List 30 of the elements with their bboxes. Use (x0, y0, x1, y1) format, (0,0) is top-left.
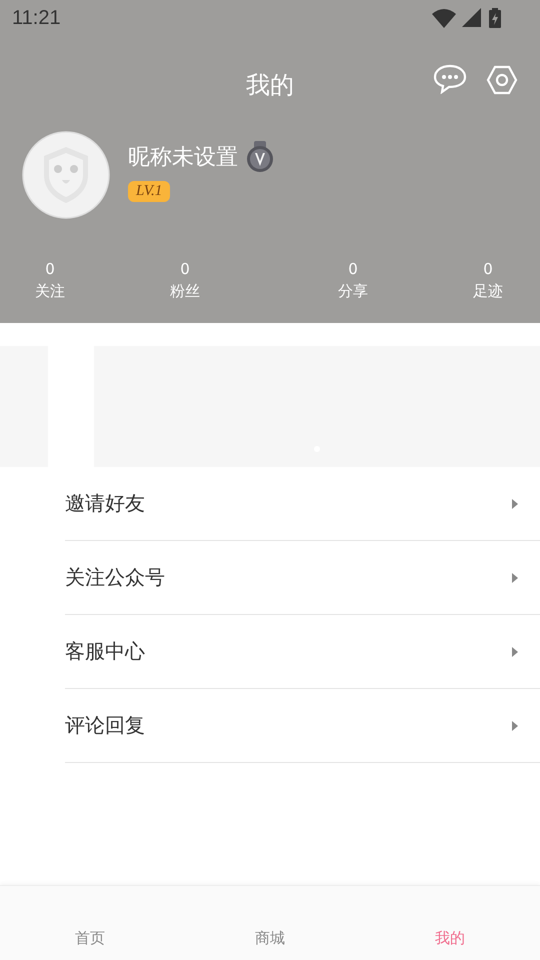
stat-label[interactable]: 足迹 (473, 280, 503, 302)
wifi-icon (432, 8, 456, 28)
stat-label[interactable]: 分享 (338, 280, 368, 302)
nickname: 昵称未设置 (128, 144, 238, 172)
nav-tab[interactable]: 商城 (180, 886, 360, 960)
nav-tab[interactable]: 首页 (0, 886, 180, 960)
signal-icon (462, 8, 482, 28)
stat-count[interactable]: 0 (45, 258, 55, 280)
avatar[interactable] (22, 131, 110, 219)
stat-count[interactable]: 0 (180, 258, 190, 280)
chevron-right-icon (512, 498, 518, 508)
chat-bubble-icon[interactable] (433, 64, 467, 94)
level-badge: LV.1 (128, 180, 170, 202)
medal-icon (246, 140, 274, 172)
stat-label[interactable]: 关注 (35, 280, 65, 302)
menu-item[interactable]: 评论回复 (65, 689, 540, 763)
page-title: 我的 (246, 70, 294, 101)
chevron-right-icon (512, 720, 518, 730)
menu-item[interactable]: 邀请好友 (65, 467, 540, 541)
chevron-right-icon (512, 646, 518, 656)
chevron-right-icon (512, 572, 518, 582)
settings-icon[interactable] (486, 65, 518, 95)
stat-count[interactable]: 0 (348, 258, 358, 280)
menu-item[interactable]: 客服中心 (65, 615, 540, 689)
stat-count[interactable]: 0 (483, 258, 493, 280)
status-time: 11:21 (12, 6, 61, 30)
battery-icon (488, 8, 502, 28)
stat-label[interactable]: 粉丝 (170, 280, 200, 302)
menu-item[interactable]: 关注公众号 (65, 541, 540, 615)
nav-tab[interactable]: 我的 (360, 886, 540, 960)
